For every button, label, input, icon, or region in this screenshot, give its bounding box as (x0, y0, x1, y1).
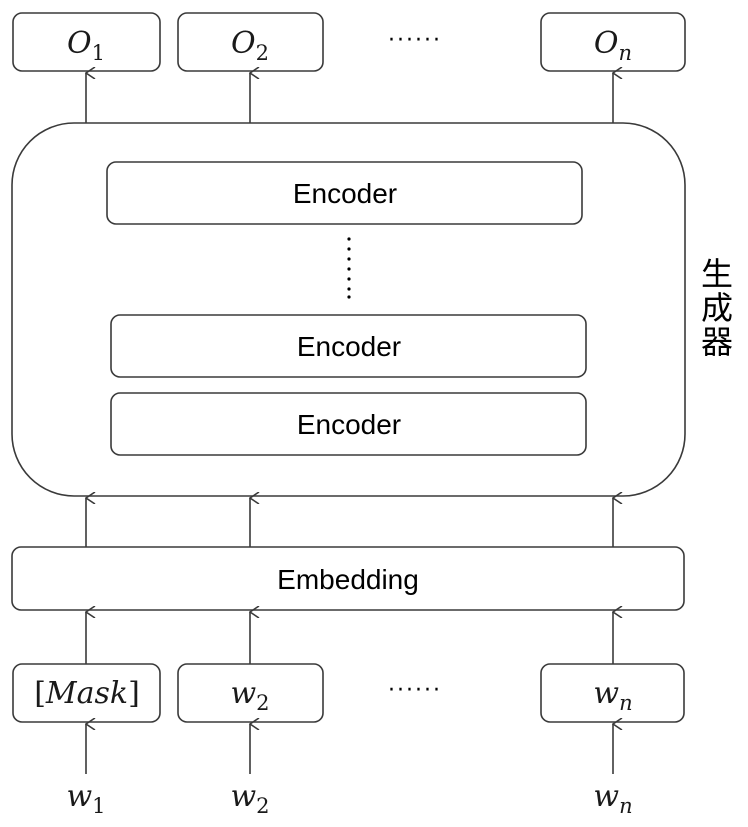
output-box-1: O1 (12, 12, 161, 72)
mask-open-bracket: [ (34, 676, 46, 711)
encoder-label: Encoder (293, 178, 397, 209)
generator-label-char: 生 (701, 255, 733, 293)
token-symbol: w (593, 676, 619, 711)
encoder-layer-top: Encoder (106, 161, 583, 225)
output-box-n: On (540, 12, 686, 72)
output-symbol: O (594, 26, 619, 61)
input-token-mask: [Mask] (12, 663, 161, 723)
output-subscript: 2 (256, 41, 269, 65)
output-symbol: O (231, 26, 256, 61)
generator-architecture-diagram: O1 O2 ······ On Encoder Encoder Encoder … (11, 12, 733, 818)
word-subscript: n (619, 794, 633, 818)
output-subscript: 1 (92, 41, 105, 65)
output-subscript: n (619, 41, 633, 65)
word-subscript: 1 (92, 794, 105, 818)
output-box-2: O2 (177, 12, 324, 72)
generator-block: Encoder Encoder Encoder (11, 122, 686, 497)
generator-label-char: 器 (701, 323, 733, 361)
inputs-ellipsis: ······ (388, 678, 442, 703)
outputs-ellipsis: ······ (388, 28, 442, 53)
mask-token-text: Mask (45, 676, 128, 711)
generator-label: 生 成 器 (701, 255, 733, 361)
token-symbol: w (230, 676, 256, 711)
raw-word-1: w1 (66, 779, 105, 818)
word-symbol: w (230, 779, 256, 814)
word-subscript: 2 (256, 794, 269, 818)
input-token-2: w2 (177, 663, 324, 723)
raw-word-n: wn (593, 779, 632, 818)
encoder-layer-2: Encoder (110, 314, 587, 378)
raw-word-2: w2 (230, 779, 269, 818)
embedding-layer: Embedding (11, 546, 685, 611)
word-symbol: w (66, 779, 92, 814)
token-subscript: 2 (256, 691, 269, 715)
token-subscript: n (619, 691, 633, 715)
generator-label-char: 成 (701, 289, 733, 327)
encoder-label: Encoder (297, 409, 401, 440)
word-symbol: w (593, 779, 619, 814)
embedding-label: Embedding (277, 564, 419, 595)
input-token-n: wn (540, 663, 685, 723)
encoder-label: Encoder (297, 331, 401, 362)
mask-close-bracket: ] (128, 676, 140, 711)
svg-text:[Mask]: [Mask] (34, 676, 140, 711)
encoder-layer-1: Encoder (110, 392, 587, 456)
output-symbol: O (67, 26, 92, 61)
